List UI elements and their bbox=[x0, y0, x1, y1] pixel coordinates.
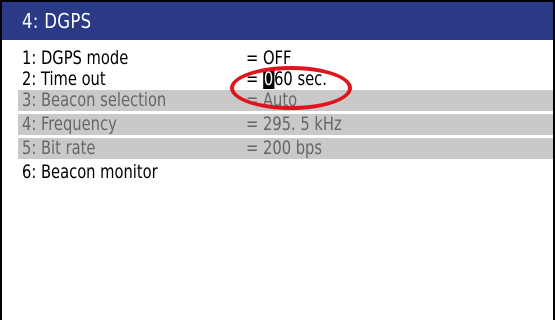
menu-item-label: 1: DGPS mode bbox=[22, 47, 129, 69]
menu-item-dgps-mode[interactable]: 1: DGPS mode = OFF bbox=[18, 48, 553, 69]
menu-item-value: = 200 bps bbox=[246, 137, 323, 159]
menu-item-label: 5: Bit rate bbox=[22, 137, 96, 159]
value-prefix: = bbox=[246, 68, 263, 90]
menu-item-label: 3: Beacon selection bbox=[22, 89, 167, 111]
menu-item-beacon-monitor[interactable]: 6: Beacon monitor bbox=[18, 162, 553, 183]
page-title: 4: DGPS bbox=[22, 9, 92, 33]
menu-item-label: 2: Time out bbox=[22, 68, 106, 90]
value-rest: 60 sec. bbox=[274, 68, 327, 90]
menu-item-frequency: 4: Frequency = 295. 5 kHz bbox=[18, 114, 553, 135]
menu-item-value: = 295. 5 kHz bbox=[246, 113, 342, 135]
menu-item-label: 4: Frequency bbox=[22, 113, 117, 135]
dgps-menu-screen: 4: DGPS 1: DGPS mode = OFF 2: Time out =… bbox=[0, 0, 555, 320]
time-out-value-field[interactable]: = 060 sec. bbox=[246, 69, 327, 90]
menu-item-value: = Auto bbox=[246, 89, 298, 111]
edit-cursor[interactable]: 0 bbox=[262, 70, 275, 89]
menu-item-bit-rate: 5: Bit rate = 200 bps bbox=[18, 138, 553, 159]
menu-item-value: = OFF bbox=[246, 47, 292, 69]
menu-item-beacon-selection: 3: Beacon selection = Auto bbox=[18, 90, 553, 111]
menu-item-label: 6: Beacon monitor bbox=[22, 161, 158, 183]
menu-item-time-out[interactable]: 2: Time out = 060 sec. bbox=[18, 69, 553, 90]
title-bar: 4: DGPS bbox=[2, 2, 553, 40]
